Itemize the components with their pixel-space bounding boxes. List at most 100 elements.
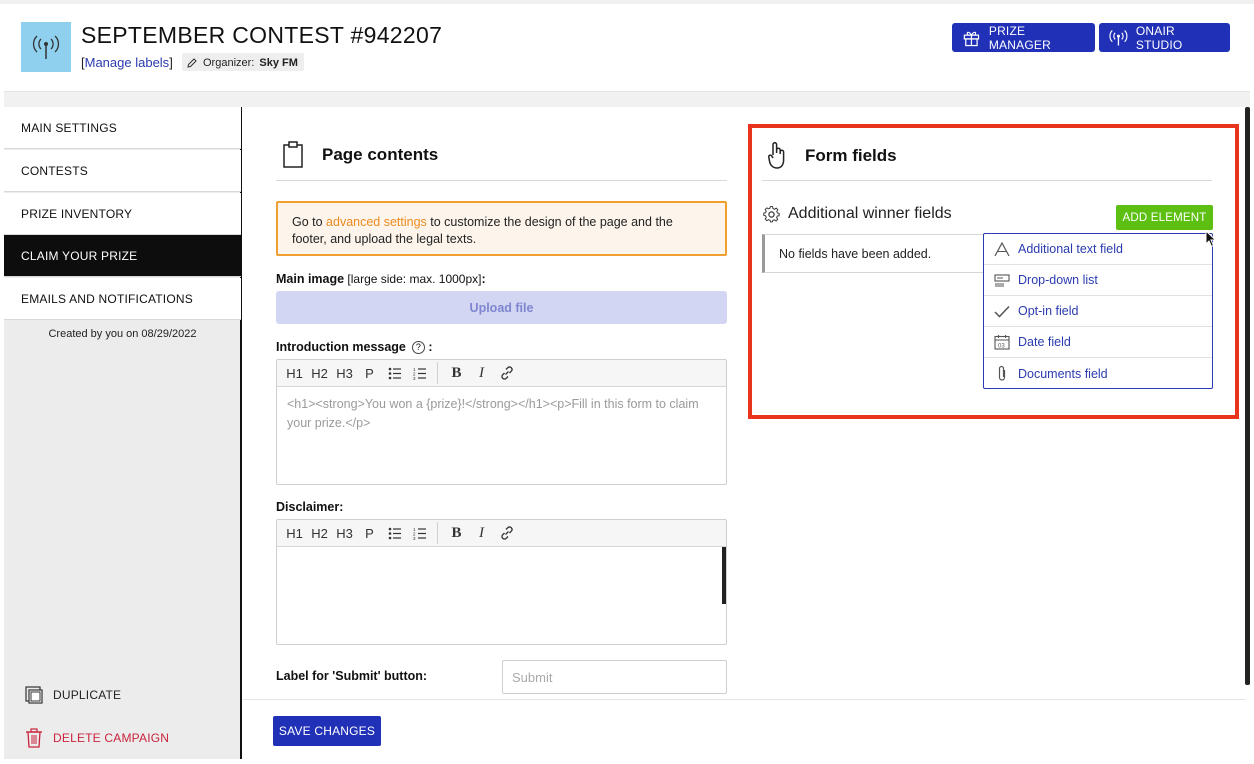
broadcast-icon: [32, 35, 60, 59]
organizer-prefix: Organizer:: [203, 57, 255, 69]
form-fields-header: Form fields: [767, 141, 897, 171]
upload-file-button[interactable]: Upload file: [276, 291, 727, 324]
h1-button[interactable]: H1: [282, 522, 307, 544]
intro-colon: :: [428, 340, 433, 354]
duplicate-icon: [25, 686, 43, 704]
trash-icon: [26, 728, 42, 748]
header-separator: [4, 92, 1250, 107]
h2-button[interactable]: H2: [307, 522, 332, 544]
page-contents-title: Page contents: [322, 145, 439, 164]
pencil-icon: [187, 58, 197, 68]
link-icon[interactable]: [494, 362, 519, 384]
add-element-button[interactable]: ADD ELEMENT: [1116, 205, 1213, 230]
organizer-badge: Organizer: Sky FM: [182, 53, 304, 71]
main-image-label: Main image [large side: max. 1000px]:: [276, 272, 486, 286]
dropdown-list-icon: [993, 272, 1010, 289]
menu-item-documents-field[interactable]: Documents field: [984, 358, 1212, 389]
h3-button[interactable]: H3: [332, 522, 357, 544]
submit-label-input[interactable]: Submit: [502, 660, 727, 694]
italic-button[interactable]: I: [469, 362, 494, 384]
sidebar-item-claim-your-prize[interactable]: CLAIM YOUR PRIZE: [4, 235, 241, 277]
delete-campaign-label: DELETE CAMPAIGN: [53, 731, 170, 745]
sidebar-item-emails-notifications[interactable]: EMAILS AND NOTIFICATIONS: [4, 278, 241, 320]
delete-campaign-button[interactable]: DELETE CAMPAIGN: [24, 727, 169, 749]
mouse-cursor-icon: [1205, 230, 1217, 248]
editor-toolbar: H1 H2 H3 P 123 B I: [277, 360, 726, 387]
sidebar-item-prize-inventory[interactable]: PRIZE INVENTORY: [4, 193, 241, 235]
editor-scrollbar[interactable]: [722, 547, 726, 604]
sidebar-item-main-settings[interactable]: MAIN SETTINGS: [4, 107, 241, 149]
main-image-label-text: Main image: [276, 272, 345, 286]
numbered-list-icon[interactable]: 123: [407, 522, 432, 544]
menu-item-additional-text-field[interactable]: Additional text field: [984, 234, 1212, 265]
h1-button[interactable]: H1: [282, 362, 307, 384]
menu-item-date-field[interactable]: 03 Date field: [984, 327, 1212, 358]
manage-labels-link[interactable]: [Manage labels]: [81, 55, 173, 70]
intro-message-text[interactable]: <h1><strong>You won a {prize}!</strong><…: [277, 387, 726, 441]
divider: [276, 180, 727, 181]
submit-button-label: Label for 'Submit' button:: [276, 669, 428, 683]
onair-studio-label: ONAIR STUDIO: [1135, 23, 1183, 52]
form-fields-title: Form fields: [805, 146, 897, 165]
onair-studio-button[interactable]: ONAIR STUDIO: [1099, 23, 1230, 52]
sidebar-item-contests[interactable]: CONTESTS: [4, 150, 241, 192]
help-icon[interactable]: ?: [411, 340, 425, 354]
prize-manager-label: PRIZE MANAGER: [988, 23, 1051, 52]
svg-text:3: 3: [413, 536, 416, 540]
h2-button[interactable]: H2: [307, 362, 332, 384]
bold-button[interactable]: B: [444, 522, 469, 544]
intro-label-text: Introduction message: [276, 340, 406, 354]
antenna-icon: [1109, 29, 1128, 46]
advanced-settings-link[interactable]: advanced settings: [326, 215, 427, 229]
bullet-list-icon[interactable]: [382, 362, 407, 384]
main-image-colon: :: [481, 272, 486, 286]
menu-item-label: Drop-down list: [1018, 273, 1098, 287]
hand-pointer-icon: [768, 141, 785, 169]
page-title: SEPTEMBER CONTEST #942207: [81, 22, 443, 48]
paperclip-icon: [993, 365, 1010, 382]
clipboard-icon: [283, 141, 303, 168]
menu-item-label: Date field: [1018, 335, 1071, 349]
menu-item-label: Documents field: [1018, 366, 1108, 381]
footer-bar: [243, 699, 1246, 759]
sidebar: MAIN SETTINGS CONTESTS PRIZE INVENTORY C…: [4, 107, 242, 759]
created-info: Created by you on 08/29/2022: [48, 328, 197, 340]
disclaimer-label: Disclaimer:: [276, 500, 344, 514]
menu-item-opt-in-field[interactable]: Opt-in field: [984, 296, 1212, 327]
paragraph-button[interactable]: P: [357, 522, 382, 544]
bullet-list-icon[interactable]: [382, 522, 407, 544]
duplicate-button[interactable]: DUPLICATE: [24, 685, 121, 705]
main-image-size-note: [large side: max. 1000px]: [344, 272, 482, 286]
save-changes-button[interactable]: SAVE CHANGES: [273, 716, 381, 746]
prize-manager-button[interactable]: PRIZE MANAGER: [952, 23, 1095, 52]
bold-button[interactable]: B: [444, 362, 469, 384]
link-icon[interactable]: [494, 522, 519, 544]
main-scrollbar[interactable]: [1245, 107, 1250, 685]
disclaimer-editor[interactable]: H1 H2 H3 P 123 B I: [276, 519, 727, 645]
paragraph-button[interactable]: P: [357, 362, 382, 384]
svg-text:3: 3: [413, 376, 416, 380]
page-contents-header: Page contents: [282, 141, 438, 169]
svg-text:03: 03: [998, 344, 1005, 350]
advanced-settings-notice: Go to advanced settings to customize the…: [276, 201, 727, 256]
divider: [762, 180, 1212, 181]
menu-item-drop-down-list[interactable]: Drop-down list: [984, 265, 1212, 296]
toolbar-divider: [432, 362, 438, 384]
no-fields-message: No fields have been added.: [762, 234, 992, 273]
toolbar-divider: [432, 522, 438, 544]
italic-button[interactable]: I: [469, 522, 494, 544]
intro-message-editor[interactable]: H1 H2 H3 P 123 B I <h1><strong>You won a…: [276, 359, 727, 485]
numbered-list-icon[interactable]: 123: [407, 362, 432, 384]
h3-button[interactable]: H3: [332, 362, 357, 384]
gear-icon: [763, 205, 780, 222]
manage-labels-text[interactable]: Manage labels: [85, 55, 170, 70]
menu-item-label: Opt-in field: [1018, 304, 1079, 318]
checkmark-icon: [993, 303, 1010, 320]
notice-text-before: Go to: [292, 215, 327, 229]
menu-item-label: Additional text field: [1018, 242, 1123, 256]
additional-winner-fields-title: Additional winner fields: [788, 205, 952, 222]
disclaimer-text[interactable]: [277, 547, 726, 563]
campaign-header: SEPTEMBER CONTEST #942207 [Manage labels…: [4, 4, 1250, 92]
organizer-name: Sky FM: [259, 57, 298, 69]
calendar-icon: 03: [993, 334, 1010, 351]
